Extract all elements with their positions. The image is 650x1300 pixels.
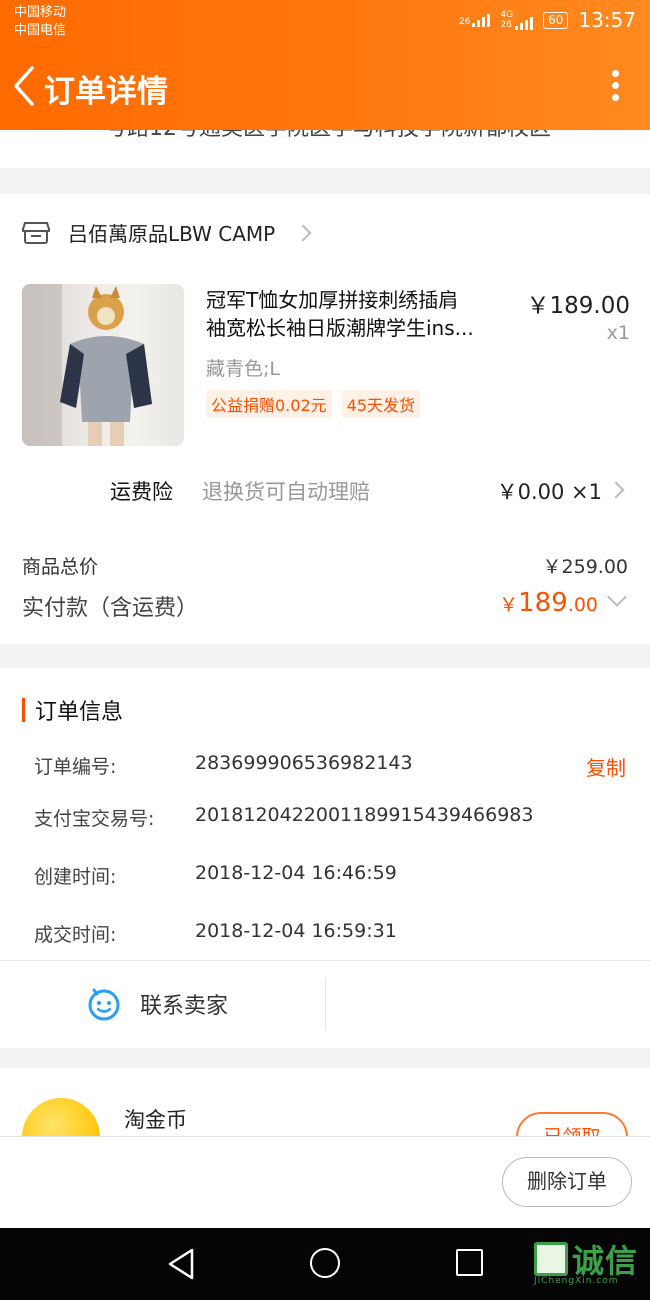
alipay-trade-label: 支付宝交易号: (34, 808, 155, 830)
signal-1-label: 26 (458, 17, 471, 27)
chat-smile-icon (88, 988, 120, 1021)
coin-claimed-button[interactable]: 已领取 (516, 1112, 628, 1138)
coin-label: 淘金币 (124, 1108, 187, 1132)
watermark-sub: JiChengXin.com (534, 1276, 619, 1286)
shop-header[interactable]: 吕佰萬原品LBW CAMP (22, 218, 312, 247)
paid-label: 实付款（含运费） (22, 596, 199, 621)
bottom-action-bar: 删除订单 (0, 1136, 650, 1228)
product-title-line-2: 袖宽松长袖日版潮牌学生ins... (206, 316, 474, 340)
carrier-2: 中国电信 (14, 23, 67, 38)
battery-icon: 60 (543, 11, 569, 29)
coin-icon (22, 1098, 100, 1138)
paid-integer: 189 (518, 588, 568, 618)
order-info-title: 订单信息 (35, 700, 124, 725)
paid-amount: ￥189.00 (499, 588, 598, 618)
carrier-1: 中国移动 (14, 5, 67, 20)
page-title: 订单详情 (44, 74, 168, 110)
product-spec: 藏青色;L (206, 358, 280, 380)
created-time-value: 2018-12-04 16:46:59 (195, 862, 397, 884)
product-price: ￥189.00 (526, 293, 630, 319)
order-info-card: 订单信息 订单编号: 283699906536982143 复制 支付宝交易号:… (0, 668, 650, 1048)
contact-seller-label: 联系卖家 (140, 994, 229, 1019)
heading-accent-bar (22, 698, 25, 722)
clock: 13:57 (578, 8, 636, 32)
subtotal-value: ￥259.00 (542, 556, 628, 578)
paid-currency: ￥ (499, 594, 519, 616)
product-quantity: x1 (606, 322, 630, 344)
signal-2-label: 4G (500, 10, 514, 20)
chevron-right-icon (607, 481, 625, 499)
store-icon (22, 221, 50, 244)
subtotal-label: 商品总价 (22, 556, 99, 578)
order-number-value: 283699906536982143 (195, 752, 413, 774)
copy-button[interactable]: 复制 (586, 752, 626, 781)
watermark: 诚信 JiChengXin.com (534, 1236, 638, 1286)
product-thumbnail[interactable] (22, 284, 184, 446)
deal-time-label: 成交时间: (34, 924, 117, 946)
system-home-icon[interactable] (310, 1248, 340, 1278)
shipping-insurance-row[interactable]: 运费险 退换货可自动理赔 ￥0.00 ×1 (0, 476, 650, 506)
created-time-label: 创建时间: (34, 866, 117, 888)
system-nav-bar: 诚信 JiChengXin.com (0, 1228, 650, 1300)
insurance-desc: 退换货可自动理赔 (202, 480, 370, 504)
tag-charity: 公益捐赠0.02元 (206, 390, 332, 418)
nav-bar: 订单详情 (0, 44, 650, 130)
product-tags: 公益捐赠0.02元 45天发货 (206, 390, 421, 418)
tag-shipping: 45天发货 (341, 390, 421, 418)
order-item-card: 吕佰萬原品LBW CAMP 冠军T恤女加厚拼接刺绣插肩 袖宽松长袖日版潮牌学生i… (0, 194, 650, 644)
order-info-heading: 订单信息 (22, 694, 123, 726)
insurance-label: 运费险 (110, 480, 173, 504)
status-indicators: 26 4G 26 60 13:57 (459, 8, 636, 32)
address-section: 号路12号通美医学院医学与科技学院新都校区 (0, 130, 650, 168)
shop-name: 吕佰萬原品LBW CAMP (68, 222, 276, 246)
product-title[interactable]: 冠军T恤女加厚拼接刺绣插肩 袖宽松长袖日版潮牌学生ins... (206, 286, 516, 342)
carrier-info: 中国移动 中国电信 (14, 4, 66, 40)
product-title-line-1: 冠军T恤女加厚拼接刺绣插肩 (206, 288, 459, 312)
divider (0, 960, 650, 961)
insurance-price: ￥0.00 ×1 (496, 480, 602, 504)
order-number-label: 订单编号: (34, 756, 117, 778)
chevron-right-icon (294, 224, 312, 241)
deal-time-value: 2018-12-04 16:59:31 (195, 920, 397, 942)
watermark-logo-icon (534, 1242, 568, 1276)
more-vertical-icon[interactable] (612, 70, 620, 106)
system-back-icon[interactable] (166, 1248, 196, 1284)
chevron-left-icon[interactable] (8, 64, 44, 108)
chevron-down-icon[interactable] (607, 587, 627, 607)
delete-order-button[interactable]: 删除订单 (502, 1157, 632, 1207)
signal-2-icon: 4G 26 (500, 10, 534, 30)
alipay-trade-value: 2018120422001189915439466983 (195, 804, 534, 826)
coin-card: 淘金币 已领取 (0, 1068, 650, 1138)
system-recents-icon[interactable] (456, 1249, 483, 1276)
status-bar: 中国移动 中国电信 26 4G 26 60 13:57 (0, 0, 650, 44)
contact-seller-button[interactable]: 联系卖家 (86, 986, 228, 1022)
signal-1-icon: 26 (458, 13, 491, 27)
paid-decimal: .00 (567, 594, 598, 616)
vertical-divider (325, 978, 326, 1030)
address-text: 号路12号通美医学院医学与科技学院新都校区 (105, 130, 551, 142)
signal-2-sub-label: 26 (500, 20, 512, 30)
